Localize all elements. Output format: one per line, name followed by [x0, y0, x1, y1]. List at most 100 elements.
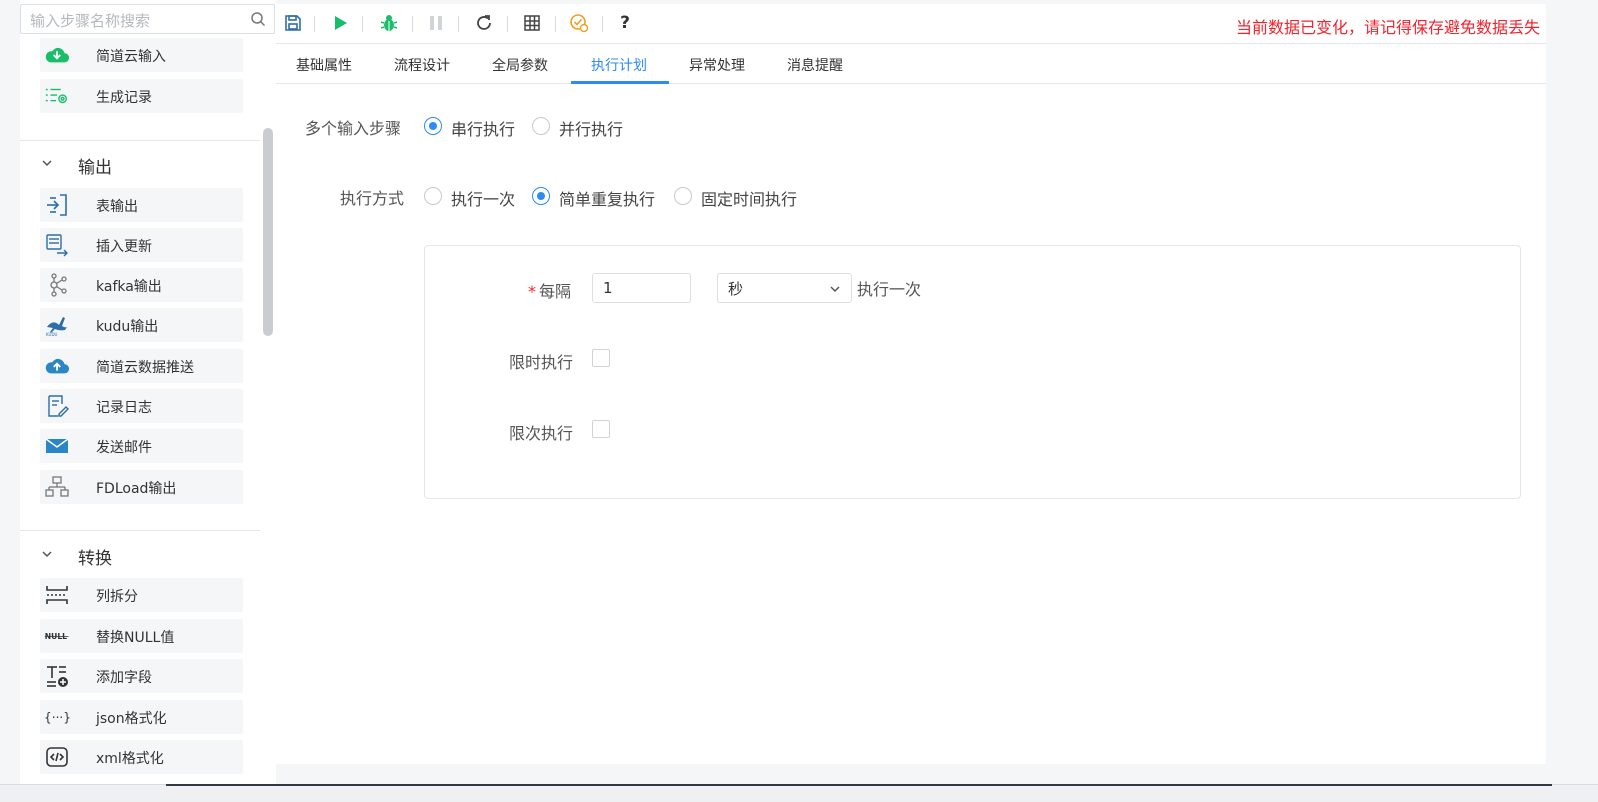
group-output-header[interactable]: 输出: [20, 143, 260, 183]
step-item-fdload-output[interactable]: FDLoad输出: [40, 470, 243, 504]
step-item-add-field[interactable]: 添加字段: [40, 659, 243, 693]
interval-input[interactable]: 1: [592, 273, 691, 303]
step-item-jdy-push[interactable]: 简道云数据推送: [40, 349, 243, 383]
scrollbar-thumb[interactable]: [263, 128, 273, 336]
radio-run-once-label[interactable]: 执行一次: [451, 186, 515, 210]
radio-fixed-time-label[interactable]: 固定时间执行: [701, 186, 797, 210]
search-icon[interactable]: [250, 11, 266, 27]
radio-run-once[interactable]: [424, 187, 442, 205]
step-item-kafka-output[interactable]: kafka输出: [40, 268, 243, 302]
interval-unit-value: 秒: [728, 280, 744, 298]
save-icon[interactable]: [282, 12, 304, 34]
step-item-column-split[interactable]: 列拆分: [40, 578, 243, 612]
step-item-jdy-input[interactable]: 简道云输入: [40, 38, 243, 72]
pause-icon[interactable]: [425, 12, 447, 34]
mail-icon: [44, 434, 70, 458]
unsaved-warning: 当前数据已变化，请记得保存避免数据丢失: [1235, 18, 1540, 37]
null-replace-icon: NULL: [44, 624, 70, 648]
radio-parallel[interactable]: [532, 117, 550, 135]
fdload-icon: [44, 475, 70, 499]
step-item-xml-format[interactable]: xml格式化: [40, 740, 243, 774]
cloud-upload-icon: [44, 354, 70, 378]
step-item-generate-records[interactable]: 生成记录: [40, 79, 243, 113]
step-item-label: FDLoad输出: [96, 481, 177, 497]
help-icon[interactable]: ?: [614, 12, 636, 34]
tab-message-reminder[interactable]: 消息提醒: [787, 55, 843, 75]
divider: [20, 140, 260, 141]
toolbar-divider: [314, 16, 315, 32]
step-item-label: 简道云输入: [96, 49, 166, 65]
radio-serial-label[interactable]: 串行执行: [451, 116, 515, 140]
interval-unit-select[interactable]: 秒: [717, 273, 852, 303]
radio-simple-repeat-label[interactable]: 简单重复执行: [559, 186, 655, 210]
toolbar-divider: [602, 16, 603, 32]
step-item-send-mail[interactable]: 发送邮件: [40, 429, 243, 463]
radio-simple-repeat[interactable]: [532, 187, 550, 205]
svg-text:{···}: {···}: [44, 710, 70, 724]
radio-parallel-label[interactable]: 并行执行: [559, 116, 623, 140]
step-item-label: 记录日志: [96, 400, 152, 416]
count-limit-checkbox[interactable]: [592, 420, 610, 438]
required-mark: *: [528, 282, 536, 301]
exec-mode-label: 执行方式: [340, 189, 405, 208]
interval-label-text: 每隔: [539, 282, 572, 301]
tab-basic-properties[interactable]: 基础属性: [296, 55, 352, 75]
add-field-icon: [44, 664, 70, 688]
active-tab-indicator: [571, 81, 669, 84]
toolbar-divider: [412, 16, 413, 32]
step-item-label: 发送邮件: [96, 440, 152, 456]
chevron-down-icon[interactable]: [41, 157, 53, 169]
tab-flow-design[interactable]: 流程设计: [394, 55, 450, 75]
step-item-label: 表输出: [96, 199, 138, 215]
step-palette: 输入步骤名称搜索 简道云输入 生成记录 输出 表输出 插入更新 kafka输出 …: [20, 0, 276, 802]
json-icon: {···}: [44, 705, 70, 729]
kudu-icon: KUDU: [44, 313, 70, 337]
group-transform-header[interactable]: 转换: [20, 534, 260, 574]
time-limit-label: 限时执行: [509, 353, 574, 372]
group-label: 输出: [78, 158, 112, 178]
step-item-kudu-output[interactable]: KUDU kudu输出: [40, 308, 243, 342]
refresh-icon[interactable]: [473, 12, 495, 34]
bottom-bar: [0, 784, 1598, 802]
step-item-json-format[interactable]: {···} json格式化: [40, 700, 243, 734]
radio-fixed-time[interactable]: [674, 187, 692, 205]
tab-exception-handling[interactable]: 异常处理: [689, 55, 745, 75]
multi-input-label: 多个输入步骤: [305, 119, 402, 138]
interval-value: 1: [603, 279, 613, 297]
generate-records-icon: [44, 84, 70, 108]
step-item-label: 添加字段: [96, 670, 152, 686]
toolbar-divider: [555, 16, 556, 32]
step-item-label: 列拆分: [96, 589, 138, 605]
settings-check-icon[interactable]: [568, 12, 590, 34]
step-item-insert-update[interactable]: 插入更新: [40, 228, 243, 262]
step-item-write-log[interactable]: 记录日志: [40, 389, 243, 423]
toolbar-divider: [362, 16, 363, 32]
chevron-down-icon[interactable]: [829, 283, 841, 295]
step-search-input[interactable]: 输入步骤名称搜索: [20, 4, 275, 34]
tab-execution-plan[interactable]: 执行计划: [591, 55, 647, 75]
radio-serial[interactable]: [424, 117, 442, 135]
divider: [20, 530, 260, 531]
step-item-table-output[interactable]: 表输出: [40, 188, 243, 222]
repeat-settings-box: * 每隔 1 秒 执行一次 限时执行 限次执行: [424, 245, 1521, 499]
step-item-label: 替换NULL值: [96, 630, 175, 646]
interval-label: * 每隔: [528, 278, 571, 302]
tab-global-params[interactable]: 全局参数: [492, 55, 548, 75]
interval-suffix: 执行一次: [857, 280, 922, 299]
app-root: 输入步骤名称搜索 简道云输入 生成记录 输出 表输出 插入更新 kafka输出 …: [0, 0, 1598, 802]
bottom-bar-line: [166, 784, 1552, 786]
step-item-label: json格式化: [96, 711, 167, 727]
time-limit-checkbox[interactable]: [592, 349, 610, 367]
group-label: 转换: [78, 549, 112, 569]
cloud-download-icon: [44, 43, 70, 67]
grid-icon[interactable]: [521, 12, 543, 34]
step-item-label: 简道云数据推送: [96, 360, 194, 376]
step-item-label: kudu输出: [96, 319, 159, 335]
xml-icon: [44, 745, 70, 769]
chevron-down-icon[interactable]: [41, 548, 53, 560]
run-icon[interactable]: [329, 12, 351, 34]
kafka-icon: [44, 273, 70, 297]
debug-icon[interactable]: [378, 12, 400, 34]
step-item-label: xml格式化: [96, 751, 164, 767]
step-item-replace-null[interactable]: NULL 替换NULL值: [40, 619, 243, 653]
